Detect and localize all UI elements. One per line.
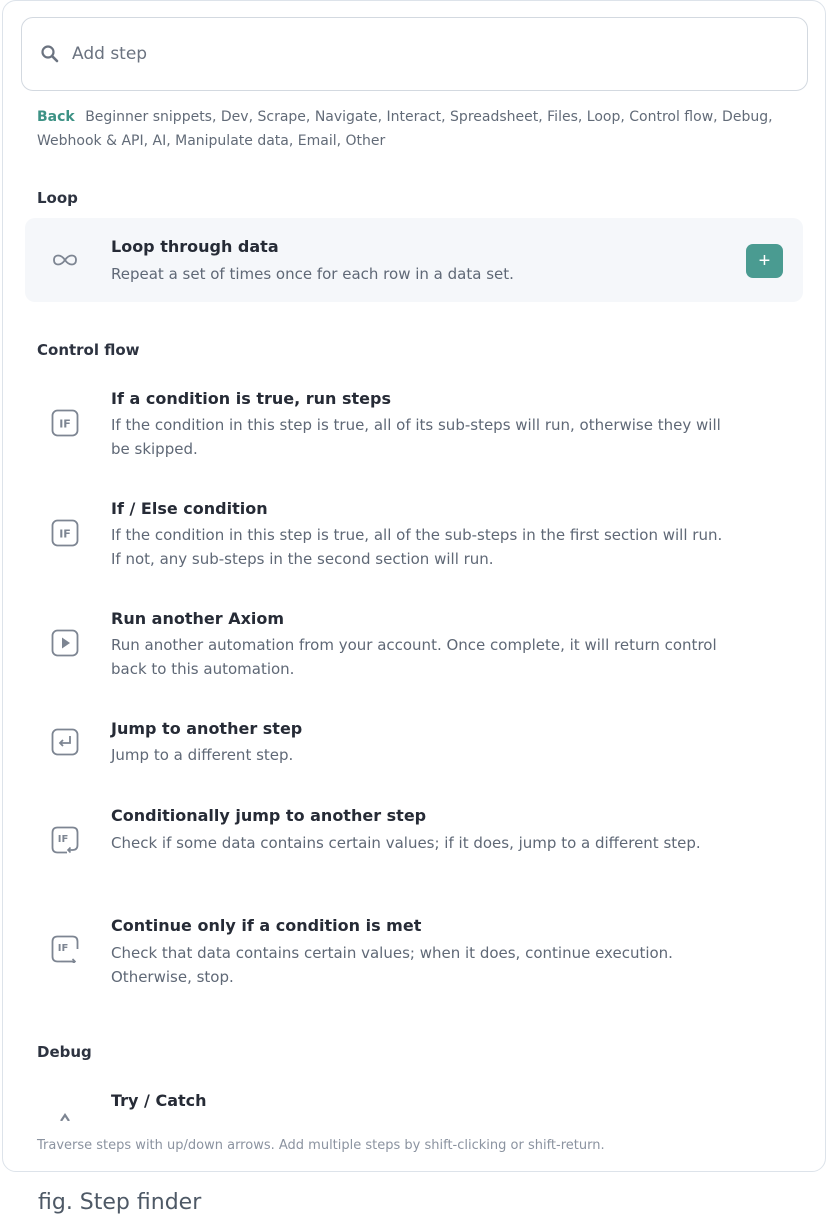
back-link[interactable]: Back — [37, 109, 75, 125]
category-navigate[interactable]: Navigate, — [315, 109, 382, 125]
category-other[interactable]: Other — [346, 133, 386, 149]
step-item-run-another-axiom[interactable]: Run another Axiom Run another automation… — [25, 599, 803, 693]
step-title: Conditionally jump to another step — [111, 806, 427, 825]
step-description: If the condition in this step is true, a… — [111, 526, 723, 568]
step-item-loop-through-data[interactable]: Loop through data Repeat a set of times … — [25, 218, 803, 302]
search-input[interactable] — [72, 44, 672, 64]
section-title-loop: Loop — [37, 189, 78, 207]
step-finder-panel: Back Beginner snippets, Dev, Scrape, Nav… — [2, 0, 826, 1172]
keyboard-hint: Traverse steps with up/down arrows. Add … — [37, 1138, 605, 1153]
if-icon: IF — [51, 409, 79, 437]
category-beginner-snippets[interactable]: Beginner snippets, — [85, 109, 216, 125]
add-step-button[interactable]: + — [746, 244, 783, 278]
if-jump-icon: IF — [51, 826, 79, 854]
if-continue-icon: IF — [51, 935, 79, 963]
infinity-icon — [51, 246, 79, 274]
category-email[interactable]: Email, — [298, 133, 341, 149]
category-loop[interactable]: Loop, — [587, 109, 625, 125]
search-box[interactable] — [21, 17, 808, 91]
step-item-continue-if[interactable]: IF Continue only if a condition is met C… — [25, 906, 803, 1000]
chevron-up-icon — [51, 1107, 79, 1121]
category-control-flow[interactable]: Control flow, — [629, 109, 717, 125]
return-arrow-icon — [51, 728, 79, 756]
step-item-conditionally-jump[interactable]: IF Conditionally jump to another step Ch… — [25, 796, 803, 890]
category-ai[interactable]: AI, — [153, 133, 171, 149]
step-title: Run another Axiom — [111, 609, 285, 628]
category-nav: Back Beginner snippets, Dev, Scrape, Nav… — [37, 105, 797, 153]
step-item-try-catch[interactable]: Try / Catch — [25, 1081, 803, 1121]
category-manipulate-data[interactable]: Manipulate data, — [175, 133, 293, 149]
play-icon — [51, 629, 79, 657]
svg-text:IF: IF — [59, 418, 71, 431]
step-item-jump-to-step[interactable]: Jump to another step Jump to a different… — [25, 709, 803, 779]
svg-text:IF: IF — [58, 834, 69, 845]
step-title: Continue only if a condition is met — [111, 916, 422, 935]
category-debug[interactable]: Debug, — [722, 109, 773, 125]
step-item-if-else[interactable]: IF If / Else condition If the condition … — [25, 489, 803, 583]
step-description: If the condition in this step is true, a… — [111, 416, 721, 458]
section-title-debug: Debug — [37, 1043, 92, 1061]
category-dev[interactable]: Dev, — [221, 109, 253, 125]
section-title-control-flow: Control flow — [37, 341, 140, 359]
step-description: Repeat a set of times once for each row … — [111, 265, 514, 283]
step-item-if-condition[interactable]: IF If a condition is true, run steps If … — [25, 379, 803, 473]
svg-text:IF: IF — [58, 943, 69, 954]
step-title: If a condition is true, run steps — [111, 389, 391, 408]
step-title: Try / Catch — [111, 1091, 207, 1110]
figure-caption: fig. Step finder — [38, 1190, 202, 1215]
step-title: If / Else condition — [111, 499, 268, 518]
step-description: Run another automation from your account… — [111, 636, 717, 678]
step-description: Check that data contains certain values;… — [111, 944, 673, 986]
category-webhook-api[interactable]: Webhook & API, — [37, 133, 148, 149]
if-icon: IF — [51, 519, 79, 547]
step-title: Jump to another step — [111, 719, 303, 738]
category-files[interactable]: Files, — [547, 109, 582, 125]
search-icon — [40, 43, 62, 65]
step-description: Jump to a different step. — [111, 746, 294, 764]
svg-text:IF: IF — [59, 528, 71, 541]
step-description: Check if some data contains certain valu… — [111, 834, 701, 852]
category-scrape[interactable]: Scrape, — [257, 109, 310, 125]
category-interact[interactable]: Interact, — [387, 109, 446, 125]
step-title: Loop through data — [111, 237, 279, 256]
category-spreadsheet[interactable]: Spreadsheet, — [450, 109, 543, 125]
